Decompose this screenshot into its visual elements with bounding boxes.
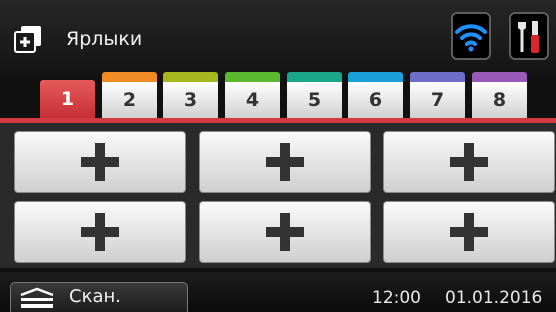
- tab-7[interactable]: 7: [410, 72, 465, 118]
- shortcut-slot-4-button[interactable]: [14, 201, 186, 263]
- plus-icon: [450, 143, 488, 181]
- shortcut-slot-2-button[interactable]: [199, 131, 371, 193]
- clock-time: 12:00: [372, 288, 421, 308]
- shortcut-grid: [0, 123, 556, 268]
- shortcut-slot-6-button[interactable]: [383, 201, 555, 263]
- shortcut-slot-5-button[interactable]: [199, 201, 371, 263]
- shortcut-slot-1-button[interactable]: [14, 131, 186, 193]
- settings-tools-icon: [518, 21, 539, 53]
- tab-3[interactable]: 3: [163, 72, 218, 118]
- tab-1[interactable]: 1: [40, 80, 95, 118]
- shortcut-tabs: 1 2 3 4 5 6 7 8: [0, 70, 556, 120]
- shortcut-add-icon: [14, 26, 41, 53]
- plus-icon: [266, 143, 304, 181]
- scan-button[interactable]: Скан.: [10, 282, 188, 312]
- tab-5[interactable]: 5: [287, 72, 342, 118]
- status-bar: Скан. 12:00 01.01.2016: [0, 272, 556, 312]
- tab-6[interactable]: 6: [348, 72, 403, 118]
- wifi-button[interactable]: [451, 12, 491, 60]
- wifi-icon: [455, 24, 487, 52]
- tab-2[interactable]: 2: [102, 72, 157, 118]
- clock-date: 01.01.2016: [445, 288, 543, 308]
- settings-button[interactable]: [509, 12, 549, 60]
- shortcut-slot-3-button[interactable]: [383, 131, 555, 193]
- plus-icon: [81, 143, 119, 181]
- plus-icon: [81, 213, 119, 251]
- tab-4[interactable]: 4: [225, 72, 280, 118]
- tab-8[interactable]: 8: [472, 72, 527, 118]
- page-title: Ярлыки: [66, 28, 143, 50]
- plus-icon: [450, 213, 488, 251]
- scan-label: Скан.: [69, 286, 121, 307]
- scan-icon: [20, 287, 54, 308]
- header-bar: Ярлыки: [0, 0, 556, 76]
- plus-icon: [266, 213, 304, 251]
